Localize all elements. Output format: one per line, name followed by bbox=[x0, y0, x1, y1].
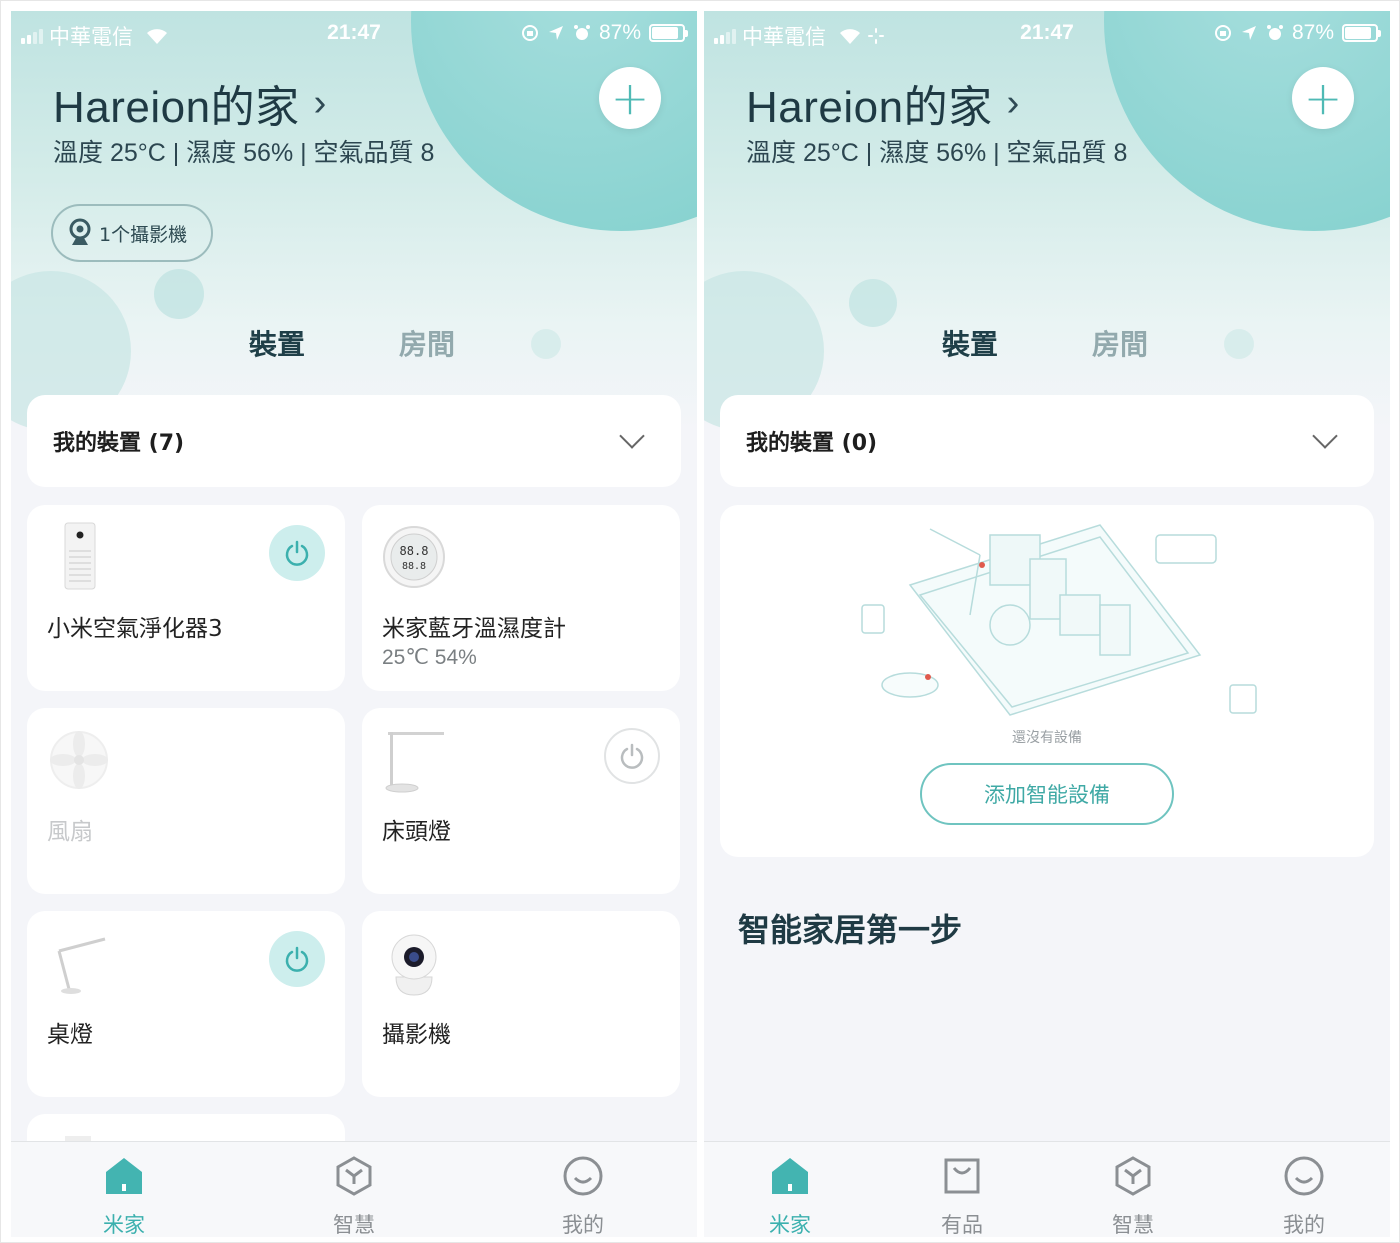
home-icon bbox=[772, 1158, 808, 1194]
tab-label: 米家 bbox=[103, 1213, 145, 1237]
add-button[interactable]: + bbox=[1292, 67, 1354, 129]
camera-icon bbox=[69, 218, 91, 245]
section-title: 智能家居第一步 bbox=[738, 911, 963, 949]
status-bar: 中華電信 21:47 87% bbox=[704, 19, 1390, 49]
device-filter-dropdown[interactable]: 我的裝置 (0) bbox=[720, 395, 1374, 487]
power-icon bbox=[285, 946, 309, 972]
home-icon bbox=[106, 1158, 142, 1194]
location-icon bbox=[1241, 26, 1256, 40]
home-selector[interactable]: Hareion的家 › bbox=[53, 71, 327, 135]
power-button[interactable] bbox=[604, 728, 660, 784]
camera-shortcut[interactable]: 1个攝影機 bbox=[51, 204, 213, 262]
home-title: Hareion的家 bbox=[746, 83, 993, 132]
tab-mijia[interactable]: 米家 bbox=[740, 1150, 840, 1237]
device-name: 米家藍牙溫濕度計 bbox=[382, 616, 566, 642]
smart-home-illustration bbox=[861, 524, 1257, 716]
smiley-icon bbox=[563, 1156, 603, 1196]
bottom-tab-bar: 米家 智慧 我的 bbox=[11, 1141, 697, 1237]
thermometer-hygrometer-icon: 88.8 88.8 bbox=[383, 526, 445, 588]
alarm-icon bbox=[1266, 25, 1283, 40]
tab-devices[interactable]: 裝置 bbox=[942, 323, 998, 363]
device-card-desk-lamp[interactable]: 桌燈 bbox=[27, 911, 345, 1097]
battery-icon bbox=[1342, 24, 1381, 42]
chevron-down-icon bbox=[1312, 423, 1338, 449]
smart-cube-icon bbox=[1115, 1156, 1151, 1196]
decorative-blob bbox=[154, 269, 204, 319]
add-smart-device-button[interactable]: 添加智能設備 bbox=[920, 763, 1174, 825]
power-button[interactable] bbox=[269, 525, 325, 581]
tab-smart[interactable]: 智慧 bbox=[304, 1150, 404, 1237]
device-filter-dropdown[interactable]: 我的裝置 (7) bbox=[27, 395, 681, 487]
phone-screen-right: 中華電信 21:47 87% Hareion的家 › 溫度 25°C | 濕度 … bbox=[704, 11, 1390, 1237]
alarm-icon bbox=[573, 25, 590, 40]
rotation-lock-icon bbox=[521, 25, 538, 41]
tab-label: 米家 bbox=[769, 1213, 811, 1237]
battery-percent: 87% bbox=[1291, 21, 1334, 44]
view-tabs: 裝置 房間 bbox=[11, 323, 697, 363]
device-card-fan[interactable]: 風扇 bbox=[27, 708, 345, 894]
desk-lamp-icon bbox=[57, 937, 106, 994]
device-reading: 25℃ 54% bbox=[382, 646, 477, 669]
home-title: Hareion的家 bbox=[53, 83, 300, 132]
chevron-right-icon: › bbox=[1006, 81, 1020, 124]
smart-cube-icon bbox=[336, 1156, 372, 1196]
screenshot-frame: 中華電信 21:47 87% Hareion的家 › 溫度 25°C | 濕度 … bbox=[0, 0, 1400, 1243]
fan-icon bbox=[50, 731, 108, 789]
chevron-right-icon: › bbox=[313, 81, 327, 124]
smiley-icon bbox=[1284, 1156, 1324, 1196]
battery-percent: 87% bbox=[598, 21, 641, 44]
air-purifier-icon bbox=[64, 522, 96, 590]
device-card-camera[interactable]: 攝影機 bbox=[362, 911, 680, 1097]
tab-profile[interactable]: 我的 bbox=[1254, 1150, 1354, 1237]
power-icon bbox=[620, 743, 644, 769]
environment-summary: 溫度 25°C | 濕度 56% | 空氣品質 8 bbox=[746, 139, 1128, 167]
device-card-bedside-lamp[interactable]: 床頭燈 bbox=[362, 708, 680, 894]
empty-devices-card: 還沒有設備 添加智能設備 bbox=[720, 505, 1374, 857]
phone-screen-left: 中華電信 21:47 87% Hareion的家 › 溫度 25°C | 濕度 … bbox=[11, 11, 697, 1237]
status-bar: 中華電信 21:47 87% bbox=[11, 19, 697, 49]
battery-icon bbox=[649, 24, 688, 42]
plus-icon: + bbox=[610, 71, 650, 125]
device-name: 床頭燈 bbox=[382, 819, 451, 845]
camera-pill-label: 1个攝影機 bbox=[99, 223, 188, 246]
view-tabs: 裝置 房間 bbox=[704, 323, 1390, 363]
svg-text:88.8: 88.8 bbox=[400, 544, 429, 558]
environment-summary: 溫度 25°C | 濕度 56% | 空氣品質 8 bbox=[53, 139, 435, 167]
camera-icon bbox=[391, 934, 437, 996]
tab-label: 智慧 bbox=[333, 1213, 375, 1237]
rotation-lock-icon bbox=[1214, 25, 1231, 41]
empty-state-text: 還沒有設備 bbox=[1012, 730, 1082, 746]
tab-profile[interactable]: 我的 bbox=[533, 1150, 633, 1237]
device-name: 風扇 bbox=[47, 819, 93, 845]
bottom-tab-bar: 米家 有品 智慧 我的 bbox=[704, 1141, 1390, 1237]
tab-rooms[interactable]: 房間 bbox=[1092, 323, 1148, 363]
device-name: 攝影機 bbox=[382, 1022, 451, 1048]
power-button[interactable] bbox=[269, 931, 325, 987]
add-button[interactable]: + bbox=[599, 67, 661, 129]
decorative-blob bbox=[849, 279, 897, 327]
home-selector[interactable]: Hareion的家 › bbox=[746, 71, 1020, 135]
power-icon bbox=[285, 540, 309, 566]
device-name: 桌燈 bbox=[47, 1022, 93, 1048]
tab-mijia[interactable]: 米家 bbox=[74, 1150, 174, 1237]
device-filter-label: 我的裝置 (0) bbox=[746, 431, 878, 456]
tab-youpin[interactable]: 有品 bbox=[912, 1150, 1012, 1237]
svg-text:88.8: 88.8 bbox=[402, 561, 426, 572]
location-icon bbox=[548, 26, 563, 40]
tab-devices[interactable]: 裝置 bbox=[249, 323, 305, 363]
tab-label: 我的 bbox=[562, 1213, 604, 1237]
plus-icon: + bbox=[1303, 71, 1343, 125]
device-card-thermometer[interactable]: 88.8 88.8 米家藍牙溫濕度計 25℃ 54% bbox=[362, 505, 680, 691]
device-name: 小米空氣淨化器3 bbox=[47, 616, 223, 642]
bedside-lamp-icon bbox=[385, 732, 444, 793]
device-filter-label: 我的裝置 (7) bbox=[53, 431, 185, 456]
tab-label: 我的 bbox=[1283, 1213, 1325, 1237]
tab-rooms[interactable]: 房間 bbox=[399, 323, 455, 363]
shopping-bag-icon bbox=[944, 1158, 980, 1194]
tab-label: 有品 bbox=[941, 1213, 983, 1237]
tab-label: 智慧 bbox=[1112, 1213, 1154, 1237]
chevron-down-icon bbox=[619, 423, 645, 449]
tab-smart[interactable]: 智慧 bbox=[1083, 1150, 1183, 1237]
device-card-air-purifier[interactable]: 小米空氣淨化器3 bbox=[27, 505, 345, 691]
